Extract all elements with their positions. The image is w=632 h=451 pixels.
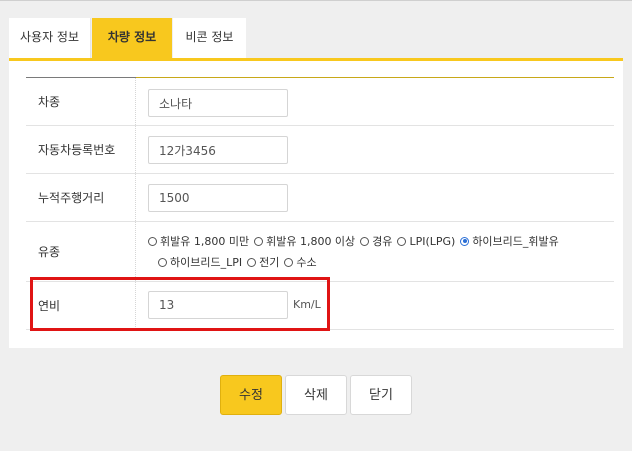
fuel-type-radio-group: 휘발유 1,800 미만 휘발유 1,800 이상 경유 LPI(LPG) 하이…	[148, 232, 588, 274]
fuel-efficiency-label: 연비	[26, 282, 136, 329]
radio-circle-icon[interactable]	[284, 257, 294, 267]
fuel-option-diesel[interactable]: 경유	[360, 233, 392, 249]
car-type-label: 차종	[26, 78, 136, 125]
fuel-option-hybrid-gasoline[interactable]: 하이브리드_휘발유	[460, 233, 559, 249]
fuel-option-hybrid-lpi[interactable]: 하이브리드_LPI	[158, 254, 242, 270]
fuel-efficiency-input[interactable]	[148, 291, 288, 319]
radio-circle-icon[interactable]	[254, 236, 264, 246]
fuel-option-gasoline-under-1800[interactable]: 휘발유 1,800 미만	[148, 233, 249, 249]
fuel-option-hydrogen[interactable]: 수소	[284, 254, 317, 270]
radio-circle-icon[interactable]	[148, 236, 157, 246]
car-type-input[interactable]	[148, 89, 288, 117]
row-fuel-efficiency: 연비 Km/L	[26, 282, 614, 330]
fuel-option-gasoline-over-1800[interactable]: 휘발유 1,800 이상	[254, 233, 355, 249]
vehicle-info-panel: 차종 자동차등록번호 누적주행거리 유종 휘발유 1,800 미만	[9, 58, 623, 348]
row-fuel-type: 유종 휘발유 1,800 미만 휘발유 1,800 이상 경유 LPI(LPG)…	[26, 222, 614, 282]
fuel-type-label: 유종	[26, 222, 136, 281]
fuel-option-lpi[interactable]: LPI(LPG)	[397, 235, 455, 248]
tab-user-info[interactable]: 사용자 정보	[9, 18, 91, 58]
plate-number-input[interactable]	[148, 136, 288, 164]
radio-circle-icon[interactable]	[360, 236, 370, 246]
mileage-label: 누적주행거리	[26, 174, 136, 221]
radio-checked-icon[interactable]	[460, 236, 470, 246]
delete-button[interactable]: 삭제	[285, 375, 347, 415]
fuel-efficiency-unit: Km/L	[293, 298, 321, 311]
radio-circle-icon[interactable]	[158, 257, 167, 267]
row-plate-number: 자동차등록번호	[26, 126, 614, 174]
radio-circle-icon[interactable]	[397, 236, 407, 246]
mileage-input[interactable]	[148, 184, 288, 212]
close-button[interactable]: 닫기	[350, 375, 412, 415]
fuel-option-electric[interactable]: 전기	[247, 254, 279, 270]
row-car-type: 차종	[26, 78, 614, 126]
edit-button[interactable]: 수정	[220, 375, 282, 415]
tab-beacon-info[interactable]: 비콘 정보	[173, 18, 246, 58]
top-divider	[0, 0, 632, 1]
row-mileage: 누적주행거리	[26, 174, 614, 222]
radio-circle-icon[interactable]	[247, 257, 257, 267]
plate-number-label: 자동차등록번호	[26, 126, 136, 173]
tab-vehicle-info[interactable]: 차량 정보	[92, 18, 172, 58]
